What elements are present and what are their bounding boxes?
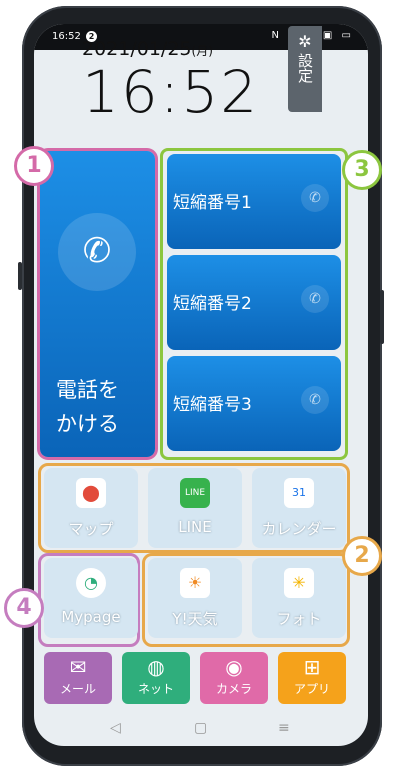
speed-dial-2[interactable]: 短縮番号2 ✆ [167, 255, 341, 350]
settings-label: 設定 [296, 53, 314, 83]
app-label: カレンダー [261, 520, 337, 538]
app-mypage[interactable]: ◔ Mypage [44, 558, 138, 638]
clock-display: 16:52 [82, 58, 260, 126]
app-label: Y!天気 [172, 610, 218, 628]
calendar-icon: 31 [284, 478, 314, 508]
app-calendar[interactable]: 31 カレンダー [252, 468, 346, 548]
speed-dial-label: 短縮番号3 [173, 395, 252, 415]
speed-dial-label: 短縮番号1 [173, 193, 252, 213]
app-label: フォト [276, 610, 322, 628]
speed-dial-1[interactable]: 短縮番号1 ✆ [167, 154, 341, 249]
volume-button [18, 262, 22, 290]
marker-3: 3 [342, 150, 382, 190]
camera-icon: ◉ [225, 655, 243, 679]
date-text: 2021/01/25 [82, 38, 192, 60]
speed-dial-label: 短縮番号2 [173, 294, 252, 314]
dock-label: カメラ [215, 682, 252, 696]
marker-1: 1 [14, 146, 54, 186]
mypage-icon: ◔ [76, 568, 106, 598]
phone-icon: ✆ [301, 184, 329, 212]
globe-icon: ◍ [147, 655, 165, 679]
dock-label: メール [59, 682, 96, 696]
app-label: LINE [178, 518, 212, 536]
dock-label: アプリ [293, 682, 330, 696]
app-maps[interactable]: ⬤ マップ [44, 468, 138, 548]
phone-icon: ✆ [301, 386, 329, 414]
marker-2: 2 [342, 536, 382, 576]
call-label: 電話を かける [56, 378, 119, 436]
app-photos[interactable]: ✳ フォト [252, 558, 346, 638]
app-weather[interactable]: ☀ Y!天気 [148, 558, 242, 638]
day-of-week: (月) [191, 44, 213, 58]
call-button[interactable]: ✆ 電話を かける [40, 151, 155, 457]
speed-dial-3[interactable]: 短縮番号3 ✆ [167, 356, 341, 451]
dock-net[interactable]: ◍ ネット [122, 652, 190, 704]
home-icon[interactable]: ▢ [194, 720, 207, 736]
dock-label: ネット [137, 682, 174, 696]
speed-dial-group: 短縮番号1 ✆ 短縮番号2 ✆ 短縮番号3 ✆ [160, 148, 348, 460]
side-button [380, 290, 384, 344]
app-label: Mypage [61, 608, 121, 626]
back-icon[interactable]: ◁ [110, 720, 121, 736]
weather-icon: ☀ [180, 568, 210, 598]
line-icon: LINE [180, 478, 210, 508]
dock-camera[interactable]: ◉ カメラ [200, 652, 268, 704]
settings-button[interactable]: ✲ 設定 [288, 26, 322, 112]
dock-mail[interactable]: ✉ メール [44, 652, 112, 704]
app-line[interactable]: LINE LINE [148, 468, 242, 548]
recents-icon[interactable]: ≡ [278, 720, 290, 736]
dock-apps[interactable]: ⊞ アプリ [278, 652, 346, 704]
photos-icon: ✳ [284, 568, 314, 598]
nav-bar: ◁ ▢ ≡ [34, 712, 368, 746]
gear-icon: ✲ [298, 32, 312, 51]
date-display: 2021/01/25(月) [82, 38, 213, 60]
phone-icon: ✆ [82, 231, 112, 271]
mail-icon: ✉ [69, 655, 87, 679]
maps-icon: ⬤ [76, 478, 106, 508]
app-label: マップ [68, 520, 114, 538]
status-time: 16:52 [52, 31, 81, 42]
phone-icon: ✆ [301, 285, 329, 313]
grid-icon: ⊞ [303, 655, 321, 679]
phone-icon-bg: ✆ [58, 213, 136, 291]
marker-4: 4 [4, 588, 44, 628]
